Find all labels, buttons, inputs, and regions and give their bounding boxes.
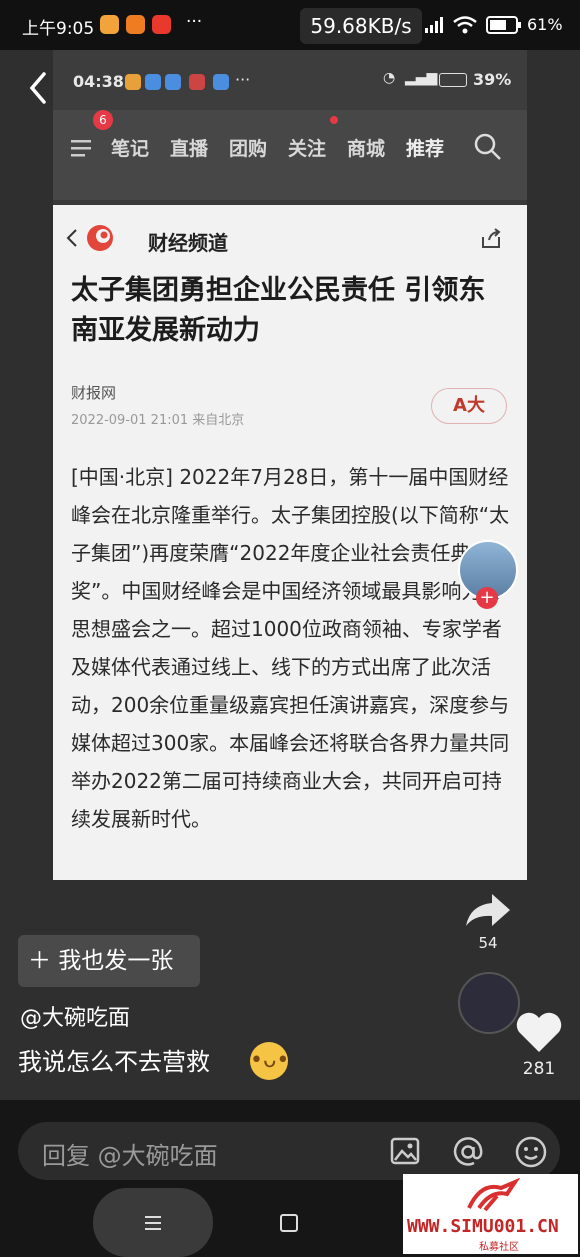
share-count: 54: [478, 934, 498, 952]
inner-tab: 关注: [288, 138, 327, 160]
battery-icon: [486, 16, 521, 34]
share-icon: [482, 228, 501, 248]
ifeng-logo-icon: [87, 225, 113, 251]
weibo-icon: [100, 15, 119, 34]
article-card: 财经频道 太子集团勇担企业公民责任 引领东南亚发展新动力 财报网 2022-09…: [53, 205, 527, 880]
emoji-icon[interactable]: [514, 1135, 548, 1169]
post-too-label: 我也发一张: [58, 948, 174, 974]
inner-battery-percent: 39%: [473, 70, 512, 89]
status-bar: 上午9:05 ··· 59.68KB/s 61%: [0, 0, 580, 50]
like-count: 281: [522, 1059, 556, 1079]
back-arrow-icon[interactable]: [26, 70, 50, 106]
app-icon: [213, 74, 229, 90]
share-arrow-icon[interactable]: [464, 890, 512, 930]
caption-text: 我说怎么不去营救: [18, 1048, 210, 1076]
inner-signal-icon: ▂▄▆: [405, 70, 438, 86]
channel-name: 财经频道: [148, 231, 228, 255]
wifi-icon: [453, 16, 477, 34]
plus-icon: ＋: [28, 948, 51, 974]
article-headline: 太子集团勇担企业公民责任 引领东南亚发展新动力: [71, 275, 486, 346]
at-mention-icon[interactable]: [452, 1136, 484, 1168]
inner-tab: 笔记: [111, 138, 150, 160]
notification-badge: 6: [93, 110, 113, 130]
inner-tab: 商城: [347, 138, 386, 160]
battery-percent: 61%: [527, 15, 563, 34]
heart-icon[interactable]: [514, 1010, 564, 1054]
inner-status-bar: 04:38 ··· ◔ ▂▄▆ 39%: [53, 50, 527, 110]
nav-menu-button[interactable]: [93, 1188, 213, 1257]
search-icon: [474, 133, 501, 160]
app-icon: [125, 74, 141, 90]
article-body: [中国·北京] 2022年7月28日，第十一届中国财经峰会在北京隆重举行。太子集…: [71, 465, 510, 831]
app-icon: [126, 15, 145, 34]
home-square-icon[interactable]: [280, 1214, 298, 1232]
inner-more-dots: ···: [235, 70, 251, 89]
dot-badge: [330, 116, 338, 124]
menu-icon: [71, 140, 91, 157]
inner-screenshot: 04:38 ··· ◔ ▂▄▆ 39% 6 笔记 直播 团购 关注 商城 推荐 …: [53, 50, 527, 880]
more-dots: ···: [186, 12, 203, 32]
inner-battery-icon: [439, 73, 467, 87]
font-size-button: A大: [431, 388, 507, 424]
watermark-logo: WWW.SIMU001.CN 私募社区: [403, 1174, 578, 1254]
signal-icon: [425, 17, 443, 33]
image-icon[interactable]: [390, 1136, 420, 1166]
menu-icon: [145, 1216, 161, 1230]
pleading-emoji-icon: •ᴗ•: [250, 1042, 289, 1080]
inner-tab-active: 推荐: [406, 138, 445, 160]
watermark-url: WWW.SIMU001.CN: [407, 1216, 559, 1237]
watermark-graphic-icon: [467, 1178, 521, 1212]
app-icon: [145, 74, 161, 90]
author-name[interactable]: @大碗吃面: [20, 1000, 130, 1032]
inner-wifi-icon: ◔: [383, 70, 396, 86]
inner-tab: 团购: [229, 138, 268, 160]
music-disc-avatar[interactable]: [458, 972, 520, 1034]
follow-plus-icon[interactable]: +: [476, 587, 498, 609]
app-icon: [165, 74, 181, 90]
post-too-button[interactable]: ＋ 我也发一张: [18, 935, 200, 987]
article-back-icon: [66, 229, 77, 247]
watermark-sub: 私募社区: [479, 1242, 519, 1253]
inner-top-nav: 6 笔记 直播 团购 关注 商城 推荐: [53, 110, 527, 200]
app-icon: [152, 15, 171, 34]
app-icon: [189, 74, 205, 90]
inner-time: 04:38: [73, 72, 124, 91]
reply-input[interactable]: 回复 @大碗吃面: [18, 1122, 560, 1180]
reply-placeholder: 回复 @大碗吃面: [42, 1142, 218, 1170]
article-source: 财报网: [71, 384, 117, 402]
network-speed: 59.68KB/s: [300, 8, 422, 44]
article-date: 2022-09-01 21:01 来自北京: [71, 413, 245, 428]
status-time: 上午9:05: [22, 19, 95, 39]
inner-tab: 直播: [170, 138, 209, 160]
